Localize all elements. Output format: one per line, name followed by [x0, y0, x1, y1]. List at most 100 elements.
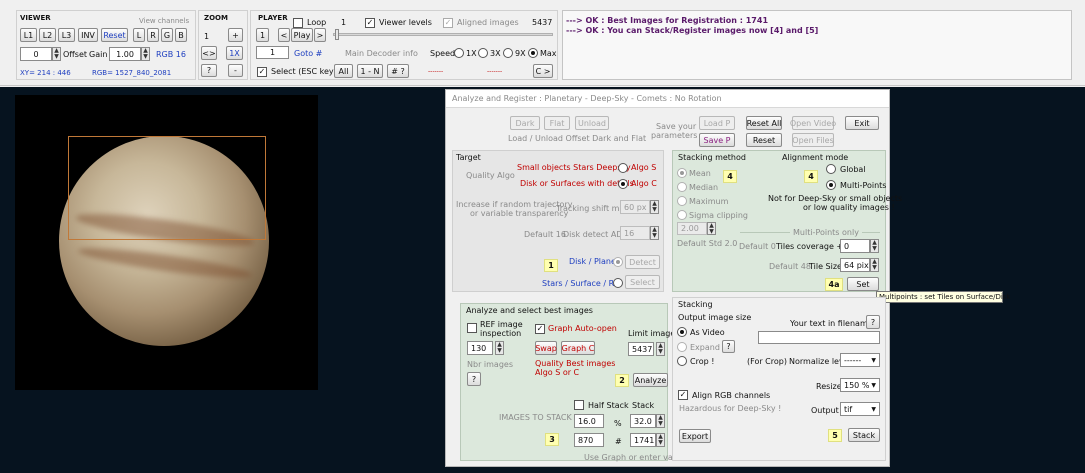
crop-radio[interactable] — [677, 356, 687, 366]
export-button[interactable]: Export — [679, 429, 711, 443]
stack-count-2-spinner[interactable]: ▲ ▼ — [656, 433, 665, 447]
select-1-n-button[interactable]: 1 - N — [357, 64, 383, 78]
text-filenames-help-button[interactable]: ? — [866, 315, 880, 329]
zoom-help-button[interactable]: ? — [201, 64, 217, 77]
analyze-button[interactable]: Analyze — [633, 373, 668, 387]
speed-max-radio[interactable] — [528, 48, 538, 58]
ref-image-checkbox[interactable] — [467, 323, 477, 333]
expand-radio[interactable] — [677, 342, 687, 352]
stack-percent-2-spinner[interactable]: ▲ ▼ — [656, 414, 665, 428]
c-more-button[interactable]: C > — [533, 64, 553, 78]
limit-images-input[interactable]: 5437 — [628, 342, 654, 356]
roi-rectangle[interactable] — [68, 136, 266, 240]
speed-3x-radio[interactable] — [478, 48, 488, 58]
graph-c-button[interactable]: Graph C — [561, 341, 595, 355]
save-p-button[interactable]: Save P — [699, 133, 735, 147]
select-hash-button[interactable]: # ? — [387, 64, 409, 78]
open-files-button[interactable]: Open Files — [792, 133, 834, 147]
maximum-radio[interactable] — [677, 196, 687, 206]
tracking-shift-spinner[interactable]: ▲ ▼ — [650, 200, 659, 214]
stack-percent-1-input[interactable]: 16.0 — [574, 414, 604, 428]
tiles-coverage-spinner[interactable]: ▲ ▼ — [870, 239, 879, 253]
stack-percent-2-input[interactable]: 32.0 — [630, 414, 656, 428]
stack-count-1-input[interactable]: 870 — [574, 433, 604, 447]
global-radio[interactable] — [826, 164, 836, 174]
gain-spinner[interactable]: ▲ ▼ — [141, 47, 150, 61]
swap-button[interactable]: Swap — [535, 341, 557, 355]
open-video-button[interactable]: Open Video — [790, 116, 836, 130]
exit-button[interactable]: Exit — [845, 116, 879, 130]
speed-9x-radio[interactable] — [503, 48, 513, 58]
tile-size-spinner[interactable]: ▲ ▼ — [870, 258, 879, 272]
channel-l-button[interactable]: L — [133, 28, 145, 42]
play-button[interactable]: Play — [291, 28, 313, 42]
multi-points-radio[interactable] — [826, 180, 836, 190]
stack-count-2-input[interactable]: 1741 — [630, 433, 656, 447]
nbr-images-spinner[interactable]: ▲ ▼ — [495, 341, 504, 355]
reset-button[interactable]: Reset — [746, 133, 782, 147]
detect-button[interactable]: Detect — [625, 255, 660, 269]
output-format-select[interactable]: tif ▼ — [840, 402, 880, 416]
load-p-button[interactable]: Load P — [699, 116, 735, 130]
next-frame-button[interactable]: > — [314, 28, 326, 42]
prev-frame-button[interactable]: < — [278, 28, 290, 42]
normalize-select[interactable]: ------ ▼ — [840, 353, 880, 367]
tiles-coverage-input[interactable]: 0 — [840, 239, 870, 253]
speed-1x-radio[interactable] — [454, 48, 464, 58]
graph-auto-open-checkbox[interactable]: ✓ — [535, 324, 545, 334]
disk-detect-spinner[interactable]: ▲ ▼ — [650, 226, 659, 240]
algo-c-radio[interactable] — [618, 179, 628, 189]
l1-button[interactable]: L1 — [20, 28, 37, 42]
expand-help-button[interactable]: ? — [722, 340, 735, 353]
select-roi-button[interactable]: Select — [625, 275, 660, 289]
zoom-out-button[interactable]: - — [228, 64, 243, 77]
viewer-reset-button[interactable]: Reset — [101, 28, 128, 42]
loop-checkbox[interactable] — [293, 18, 303, 28]
l3-button[interactable]: L3 — [58, 28, 75, 42]
tile-size-input[interactable]: 64 pix — [840, 258, 870, 272]
image-canvas[interactable] — [15, 95, 318, 390]
l2-button[interactable]: L2 — [39, 28, 56, 42]
sigma-input[interactable]: 2.00 — [677, 222, 707, 235]
resize-select[interactable]: 150 % ▼ — [840, 378, 880, 392]
analyze-help-button[interactable]: ? — [467, 372, 481, 386]
goto-input[interactable]: 1 — [256, 46, 289, 59]
unload-button[interactable]: Unload — [575, 116, 609, 130]
sigma-clipping-radio[interactable] — [677, 210, 687, 220]
select-all-button[interactable]: All — [334, 64, 353, 78]
half-stack-checkbox[interactable] — [574, 400, 584, 410]
zoom-1x-button[interactable]: 1X — [226, 46, 243, 60]
limit-images-spinner[interactable]: ▲ ▼ — [656, 342, 665, 356]
dark-button[interactable]: Dark — [510, 116, 540, 130]
offset-spinner[interactable]: ▲ ▼ — [52, 47, 61, 61]
stack-button[interactable]: Stack — [848, 428, 880, 442]
channel-g-button[interactable]: G — [161, 28, 173, 42]
zoom-in-button[interactable]: + — [228, 28, 243, 42]
zoom-fit-button[interactable]: <> — [201, 46, 217, 60]
gain-input[interactable]: 1.00 — [109, 47, 141, 61]
filename-text-input[interactable] — [758, 331, 880, 344]
reset-all-button[interactable]: Reset All — [746, 116, 782, 130]
tracking-shift-input[interactable]: 60 px — [620, 200, 650, 214]
select-checkbox[interactable]: ✓ — [257, 67, 267, 77]
mean-radio[interactable] — [677, 168, 687, 178]
as-video-radio[interactable] — [677, 327, 687, 337]
invert-button[interactable]: INV — [78, 28, 98, 42]
disk-planet-radio[interactable] — [613, 257, 623, 267]
stars-surface-radio[interactable] — [613, 278, 623, 288]
flat-button[interactable]: Flat — [544, 116, 570, 130]
disk-detect-input[interactable]: 16 — [620, 226, 650, 240]
channel-r-button[interactable]: R — [147, 28, 159, 42]
first-frame-button[interactable]: 1 — [256, 28, 269, 42]
nbr-images-input[interactable]: 130 — [467, 341, 493, 355]
align-rgb-checkbox[interactable]: ✓ — [678, 390, 688, 400]
median-radio[interactable] — [677, 182, 687, 192]
algo-s-radio[interactable] — [618, 163, 628, 173]
frame-slider[interactable] — [333, 33, 553, 36]
offset-input[interactable]: 0 — [20, 47, 52, 61]
aligned-images-checkbox[interactable]: ✓ — [443, 18, 453, 28]
viewer-levels-checkbox[interactable]: ✓ — [365, 18, 375, 28]
channel-b-button[interactable]: B — [175, 28, 187, 42]
set-tiles-button[interactable]: Set — [847, 277, 879, 291]
sigma-spinner[interactable]: ▲ ▼ — [707, 222, 716, 235]
